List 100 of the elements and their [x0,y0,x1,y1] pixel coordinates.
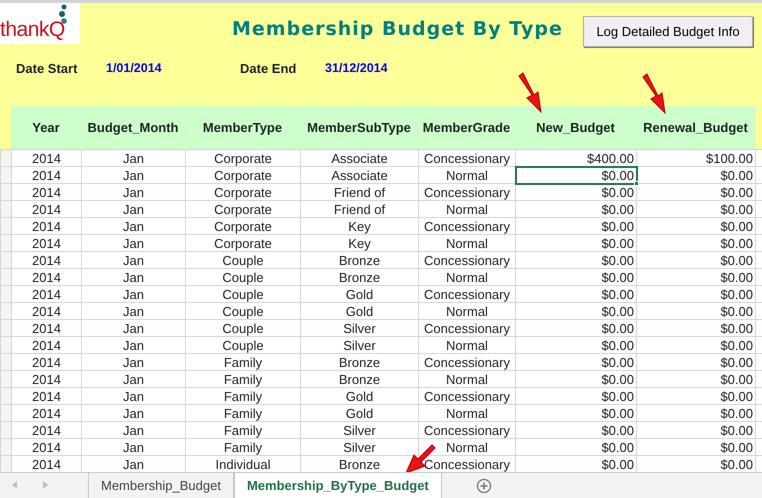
table-cell: Corporate [186,184,300,200]
table-cell: $0.00 [516,252,636,268]
table-cell: Couple [186,320,300,336]
table-cell: Normal [418,234,516,252]
table-cell: $100.00 [636,150,756,166]
table-cell: 2014 [12,234,82,252]
table-cell: Concessionary [418,354,516,370]
table-cell: Jan [82,184,186,200]
table-cell: Family [186,422,300,438]
table-cell: Gold [300,302,418,320]
log-budget-button[interactable]: Log Detailed Budget Info [583,16,753,47]
table-cell: Family [186,354,300,370]
table-cell: Associate [300,166,418,184]
table-cell: $0.00 [516,302,636,320]
table-cell: Concessionary [418,218,516,234]
table-cell: 2014 [12,286,82,302]
table-cell: $0.00 [516,370,636,388]
table-cell: Bronze [300,252,418,268]
table-cell: Concessionary [418,388,516,404]
table-cell: $0.00 [516,320,636,336]
scroll-left-icon[interactable] [12,481,17,489]
table-cell: Bronze [300,268,418,286]
table-cell: $400.00 [516,150,636,166]
table-cell: Corporate [186,200,300,218]
table-cell: $0.00 [636,268,756,286]
table-cell: Couple [186,286,300,302]
table-cell: $0.00 [516,422,636,438]
table-cell: $0.00 [516,166,636,184]
date-start-label: Date Start [16,60,78,78]
column-header: Year [31,119,61,137]
table-cell: Silver [300,438,418,456]
table-cell: Couple [186,268,300,286]
logo-text: thankQ [0,18,65,42]
pointer-arrow [642,73,666,114]
pointer-arrow [518,72,542,114]
sheet-title: Membership Budget By Type [232,18,563,40]
table-cell: $0.00 [516,404,636,422]
table-cell: Jan [82,388,186,404]
table-cell: Family [186,370,300,388]
table-cell: $0.00 [636,370,756,388]
scroll-right-icon[interactable] [43,481,48,489]
table-cell: Jan [82,234,186,252]
date-end-label: Date End [240,60,296,78]
table-cell: 2014 [12,302,82,320]
table-cell: $0.00 [636,302,756,320]
table-cell: Jan [82,218,186,234]
table-cell: Normal [418,404,516,422]
table-cell: Gold [300,404,418,422]
column-header: MemberType [202,119,284,137]
sheet-tab[interactable]: Membership_ByType_Budget [234,473,442,498]
table-cell: Jan [82,166,186,184]
table-cell: Corporate [186,150,300,166]
table-cell: Concessionary [418,422,516,438]
column-header: Renewal_Budget [642,119,749,137]
table-cell: Corporate [186,218,300,234]
table-cell: Normal [418,336,516,354]
table-cell: $0.00 [516,234,636,252]
table-cell: Key [300,234,418,252]
table-cell: Jan [82,302,186,320]
table-cell: Concessionary [418,286,516,302]
table-cell: $0.00 [516,388,636,404]
table-cell: $0.00 [516,200,636,218]
column-header: New_Budget [535,119,616,137]
table-cell: Normal [418,268,516,286]
table-cell: $0.00 [636,252,756,268]
table-cell: $0.00 [516,438,636,456]
table-cell: Jan [82,370,186,388]
table-cell: Jan [82,354,186,370]
table-cell: $0.00 [636,234,756,252]
table-cell: Jan [82,252,186,268]
table-cell: 2014 [12,388,82,404]
table-cell: Couple [186,336,300,354]
table-cell: 2014 [12,336,82,354]
table-cell: Family [186,404,300,422]
table-cell: 2014 [12,268,82,286]
column-header: MemberSubType [306,119,412,137]
table-cell: $0.00 [636,218,756,234]
table-cell: Associate [300,150,418,166]
table-cell: Jan [82,200,186,218]
table-cell: Jan [82,150,186,166]
table-cell: Family [186,388,300,404]
table-cell: 2014 [12,166,82,184]
table-cell: Concessionary [418,320,516,336]
table-cell: Concessionary [418,184,516,200]
table-cell: 2014 [12,184,82,200]
table-cell: Couple [186,252,300,268]
table-cell: $0.00 [636,422,756,438]
table-cell: $0.00 [516,184,636,200]
sheet-tab[interactable]: Membership_Budget [88,473,234,498]
table-cell: 2014 [12,218,82,234]
table-cell: $0.00 [516,336,636,354]
table-cell: 2014 [12,320,82,336]
table-cell: $0.00 [636,438,756,456]
table-cell: Concessionary [418,150,516,166]
table-cell: $0.00 [636,184,756,200]
add-sheet-icon[interactable] [476,478,492,494]
table-cell: Jan [82,286,186,302]
table-cell: Normal [418,200,516,218]
table-cell: $0.00 [636,404,756,422]
column-header: Budget_Month [86,119,180,137]
